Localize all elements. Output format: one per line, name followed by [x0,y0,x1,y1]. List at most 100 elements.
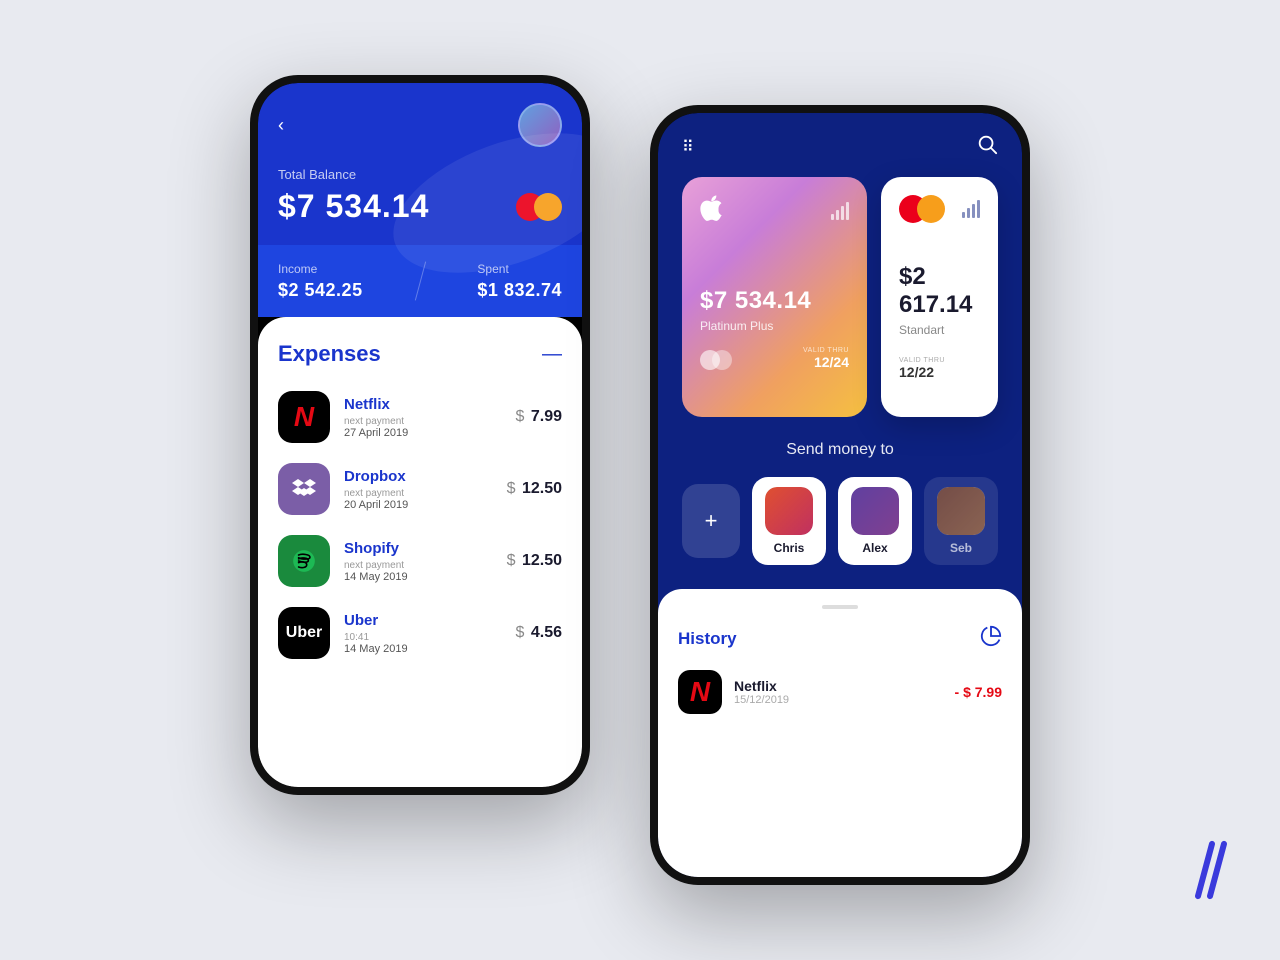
apple-card-valid-row: VALID THRU 12/24 [700,347,849,370]
alex-avatar-img [851,487,899,535]
apple-card-top [700,195,849,227]
bar-1 [831,214,834,220]
netflix-name: Netflix [344,396,516,413]
mc-valid-section: VALID THRU 12/22 [899,357,980,380]
expenses-section: Expenses — N Netflix next payment 27 Apr… [258,317,582,787]
bar-3 [972,204,975,218]
expense-item-netflix[interactable]: N Netflix next payment 27 April 2019 $ 7… [278,391,562,443]
chris-name: Chris [774,541,805,555]
netflix-logo-n: N [294,401,314,433]
p2-top-bar: ⠿ [658,113,1022,177]
shopify-amount: $ 12.50 [507,552,562,570]
mc-orange [917,195,945,223]
contact-alex[interactable]: Alex [838,477,912,565]
bottom-sheet-handle [822,605,858,609]
chip-circle-2 [712,350,732,370]
netflix-amount: $ 7.99 [516,408,563,426]
apple-card[interactable]: $7 534.14 Platinum Plus VALID THRU 12/24 [682,177,867,417]
phone-1-screen: ‹ Total Balance $7 534.14 [258,83,582,787]
chart-icon[interactable] [980,625,1002,652]
phone-1: ‹ Total Balance $7 534.14 [250,75,590,795]
income-section: Income $2 542.25 [278,262,363,301]
mc-valid-label: VALID THRU [899,357,980,364]
mc-logo [899,195,945,223]
shopify-date: 14 May 2019 [344,571,507,583]
search-icon[interactable] [976,133,998,161]
bar-4 [846,202,849,220]
bar-4 [977,200,980,218]
dropbox-name: Dropbox [344,468,507,485]
cards-row: $7 534.14 Platinum Plus VALID THRU 12/24 [658,177,1022,417]
bar-1 [962,212,965,218]
bar-3 [841,206,844,220]
dropbox-icon [278,463,330,515]
apple-card-valid: VALID THRU 12/24 [803,347,849,370]
mc-card-type: Standart [899,323,980,337]
back-button[interactable]: ‹ [278,115,284,136]
seb-avatar [937,487,985,535]
apple-card-type: Platinum Plus [700,319,849,333]
phone-2: ⠿ [650,105,1030,885]
add-contact-button[interactable]: + [682,484,740,558]
netflix-info: Netflix next payment 27 April 2019 [344,396,516,439]
mc-card-amount: $2 617.14 [899,263,980,319]
uber-sub: 10:41 [344,632,516,643]
uber-logo: Uber [286,624,322,642]
contact-seb[interactable]: Seb [924,477,998,565]
apple-card-amount: $7 534.14 [700,287,849,315]
netflix-hist-date: 15/12/2019 [734,694,955,706]
chris-avatar-img [765,487,813,535]
expense-item-dropbox[interactable]: Dropbox next payment 20 April 2019 $ 12.… [278,463,562,515]
shopify-info: Shopify next payment 14 May 2019 [344,540,507,583]
contact-chris[interactable]: Chris [752,477,826,565]
netflix-hist-icon: N [678,670,722,714]
alex-avatar [851,487,899,535]
mc-card-top [899,195,980,223]
uber-name: Uber [344,612,516,629]
expenses-dash: — [542,343,562,366]
spent-amount: $1 832.74 [477,280,562,301]
uber-icon: Uber [278,607,330,659]
shopify-name: Shopify [344,540,507,557]
income-amount: $2 542.25 [278,280,363,301]
menu-dots-icon[interactable]: ⠿ [682,137,697,157]
uber-date: 14 May 2019 [344,643,516,655]
netflix-icon: N [278,391,330,443]
valid-date: 12/24 [803,354,849,370]
p1-header: ‹ Total Balance $7 534.14 [258,83,582,245]
netflix-hist-amount: - $ 7.99 [955,684,1002,700]
mc-valid-date: 12/22 [899,364,980,380]
alex-name: Alex [862,541,887,555]
mastercard-card[interactable]: $2 617.14 Standart VALID THRU 12/22 [881,177,998,417]
shopify-sub: next payment [344,560,507,571]
chip [700,350,732,370]
expense-item-shopify[interactable]: Shopify next payment 14 May 2019 $ 12.50 [278,535,562,587]
bar-2 [836,210,839,220]
history-section: History N Netflix 15/12/2019 [658,589,1022,877]
expenses-header: Expenses — [278,341,562,367]
netflix-date: 27 April 2019 [344,427,516,439]
seb-avatar-img [937,487,985,535]
bar-2 [967,208,970,218]
dropbox-info: Dropbox next payment 20 April 2019 [344,468,507,511]
dropbox-date: 20 April 2019 [344,499,507,511]
expenses-title: Expenses [278,341,381,367]
decorative-slash [1202,840,1220,900]
netflix-hist-name: Netflix [734,678,955,694]
contacts-row: + Chris Alex [658,477,1022,565]
phone-2-screen: ⠿ [658,113,1022,877]
mc-signal-bars [962,200,980,218]
divider [414,262,425,301]
plus-icon: + [705,508,718,534]
history-item-netflix[interactable]: N Netflix 15/12/2019 - $ 7.99 [678,670,1002,714]
shopify-icon [278,535,330,587]
uber-info: Uber 10:41 14 May 2019 [344,612,516,655]
netflix-hist-info: Netflix 15/12/2019 [734,678,955,706]
send-money-label: Send money to [658,441,1022,459]
dropbox-amount: $ 12.50 [507,480,562,498]
uber-amount: $ 4.56 [516,624,563,642]
dropbox-sub: next payment [344,488,507,499]
netflix-hist-n: N [690,676,710,708]
valid-label: VALID THRU [803,347,849,354]
expense-item-uber[interactable]: Uber Uber 10:41 14 May 2019 $ 4.56 [278,607,562,659]
